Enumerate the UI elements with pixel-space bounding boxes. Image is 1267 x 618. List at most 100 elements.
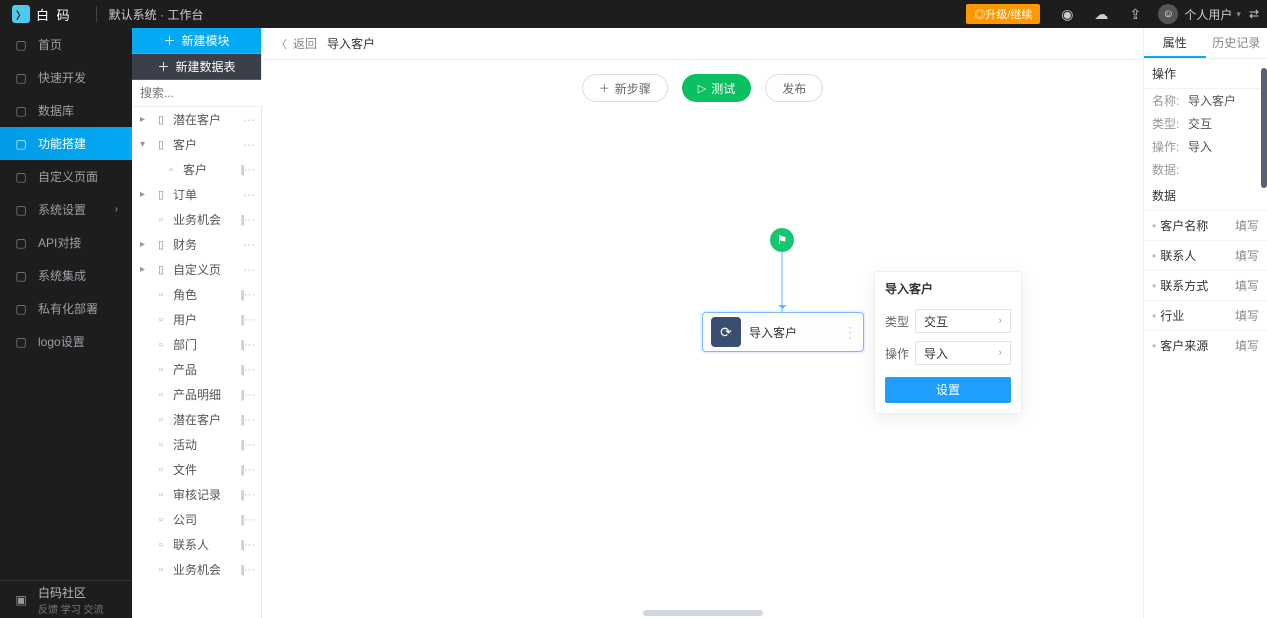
more-icon[interactable]: ⋯ [243,263,255,277]
popup-type-select[interactable]: 交互› [915,309,1011,333]
nav-item-home[interactable]: ▢首页 [0,28,132,61]
sort-icon[interactable]: ||| ⋯ [240,488,253,501]
user-menu[interactable]: 个人用户 ▾ [1184,6,1241,23]
nav-item-database[interactable]: ▢数据库 [0,94,132,127]
more-icon[interactable]: ⋯ [243,113,255,127]
tree-row[interactable]: ▫公司||| ⋯ [132,507,261,532]
tree-row[interactable]: ▸▯潜在客户⋯ [132,107,261,132]
integration-icon: ▢ [14,269,28,283]
new-step-button[interactable]: ＋新步骤 [582,74,668,102]
system-breadcrumb[interactable]: 默认系统 · 工作台 [109,6,204,23]
more-icon[interactable]: ⋯ [243,188,255,202]
tree-row[interactable]: ▸▯订单⋯ [132,182,261,207]
vertical-scrollbar[interactable] [1261,68,1267,188]
tree-row[interactable]: ▫部门||| ⋯ [132,332,261,357]
nav-label: API对接 [38,234,81,251]
drag-handle-icon[interactable]: ⋮ [843,324,857,341]
rp-data-row[interactable]: •联系人填写 [1144,240,1267,270]
tree-row[interactable]: ▫业务机会||| ⋯ [132,207,261,232]
rp-fill-label: 填写 [1235,277,1259,294]
sort-icon[interactable]: ||| ⋯ [240,513,253,526]
tree-label: 潜在客户 [173,411,221,428]
nav-item-settings[interactable]: ▢系统设置› [0,193,132,226]
tree-row[interactable]: ▾▯客户⋯ [132,132,261,157]
nav-item-logo[interactable]: ▢logo设置 [0,325,132,358]
back-label: 返回 [293,35,317,52]
rp-data-row[interactable]: •联系方式填写 [1144,270,1267,300]
sort-icon[interactable]: ||| ⋯ [240,163,253,176]
sort-icon[interactable]: ||| ⋯ [240,338,253,351]
tree-list[interactable]: ▸▯潜在客户⋯▾▯客户⋯▫客户||| ⋯▸▯订单⋯▫业务机会||| ⋯▸▯财务⋯… [132,107,261,618]
popup-settings-button[interactable]: 设置 [885,377,1011,403]
nav-item-module[interactable]: ▢功能搭建 [0,127,132,160]
tab-history[interactable]: 历史记录 [1206,28,1267,58]
rp-value: 导入客户 [1188,92,1236,109]
upload-icon[interactable]: ⇪ [1124,3,1146,25]
popup-op-select[interactable]: 导入› [915,341,1011,365]
tree-row[interactable]: ▫活动||| ⋯ [132,432,261,457]
flow-canvas[interactable]: ⚑ ⟳ 导入客户 ⋮ 导入客户 类型 交互› 操作 [262,116,1143,618]
twisty-icon[interactable]: ▾ [140,139,150,150]
upgrade-button[interactable]: ◎升级/继续 [966,4,1040,24]
twisty-icon[interactable]: ▸ [140,239,150,250]
popup-type-value: 交互 [924,313,948,330]
sort-icon[interactable]: ||| ⋯ [240,438,253,451]
start-node[interactable]: ⚑ [770,228,794,252]
tab-properties[interactable]: 属性 [1144,28,1206,58]
folder-icon: ▯ [154,238,168,252]
tree-row[interactable]: ▫产品明细||| ⋯ [132,382,261,407]
tree-row[interactable]: ▫产品||| ⋯ [132,357,261,382]
twisty-icon[interactable]: ▸ [140,189,150,200]
tree-row[interactable]: ▫业务机会||| ⋯ [132,557,261,582]
swap-icon[interactable]: ⇄ [1249,7,1259,21]
tree-row[interactable]: ▫角色||| ⋯ [132,282,261,307]
more-icon[interactable]: ⋯ [243,238,255,252]
nav-item-integration[interactable]: ▢系统集成 [0,259,132,292]
logo-icon: ▢ [14,335,28,349]
publish-button[interactable]: 发布 [765,74,823,102]
sort-icon[interactable]: ||| ⋯ [240,363,253,376]
flow-node-import[interactable]: ⟳ 导入客户 ⋮ [702,312,864,352]
community-link[interactable]: ▣ 白码社区 反馈 学习 交流 [0,580,132,618]
sort-icon[interactable]: ||| ⋯ [240,288,253,301]
sort-icon[interactable]: ||| ⋯ [240,313,253,326]
rp-data-row[interactable]: •客户名称填写 [1144,210,1267,240]
sort-icon[interactable]: ||| ⋯ [240,388,253,401]
sort-icon[interactable]: ||| ⋯ [240,213,253,226]
tree-row[interactable]: ▸▯财务⋯ [132,232,261,257]
chevron-down-icon: ▾ [1236,9,1241,20]
brand-logo[interactable]: 〉 白 码 [0,5,84,24]
page-icon: ▢ [14,170,28,184]
folder-icon: ▯ [154,138,168,152]
tree-row[interactable]: ▫联系人||| ⋯ [132,532,261,557]
nav-item-cube[interactable]: ▢快速开发 [0,61,132,94]
tree-label: 产品明细 [173,386,221,403]
tree-row[interactable]: ▸▯自定义页⋯ [132,257,261,282]
nav-item-page[interactable]: ▢自定义页面 [0,160,132,193]
new-table-button[interactable]: ＋新建数据表 [132,54,261,80]
tree-row[interactable]: ▫潜在客户||| ⋯ [132,407,261,432]
twisty-icon[interactable]: ▸ [140,264,150,275]
avatar[interactable]: ☺ [1158,4,1178,24]
tree-row[interactable]: ▫审核记录||| ⋯ [132,482,261,507]
more-icon[interactable]: ⋯ [243,138,255,152]
rp-data-row[interactable]: •行业填写 [1144,300,1267,330]
file-icon: ▫ [154,313,168,327]
sort-icon[interactable]: ||| ⋯ [240,463,253,476]
cloud-icon[interactable]: ☁ [1090,3,1112,25]
back-button[interactable]: 〈返回 [276,35,317,52]
play-circle-icon[interactable]: ◉ [1056,3,1078,25]
nav-item-api[interactable]: ▢API对接 [0,226,132,259]
tree-row[interactable]: ▫客户||| ⋯ [132,157,261,182]
test-button[interactable]: ▷测试 [682,74,751,102]
sort-icon[interactable]: ||| ⋯ [240,413,253,426]
tree-row[interactable]: ▫用户||| ⋯ [132,307,261,332]
horizontal-scrollbar[interactable] [643,610,763,616]
nav-item-deploy[interactable]: ▢私有化部署 [0,292,132,325]
twisty-icon[interactable]: ▸ [140,114,150,125]
sort-icon[interactable]: ||| ⋯ [240,538,253,551]
tree-row[interactable]: ▫文件||| ⋯ [132,457,261,482]
sort-icon[interactable]: ||| ⋯ [240,563,253,576]
new-module-button[interactable]: ＋新建模块 [132,28,261,54]
rp-data-row[interactable]: •客户来源填写 [1144,330,1267,360]
